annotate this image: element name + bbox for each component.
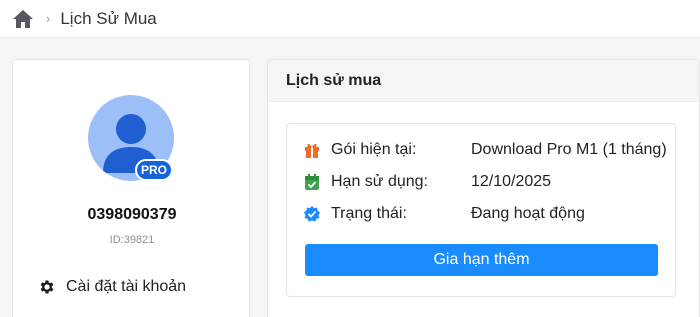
- status-label: Trạng thái:: [331, 205, 407, 222]
- calendar-check-icon: [303, 173, 321, 191]
- user-id: ID:39821: [109, 234, 155, 246]
- renew-button[interactable]: Gia hạn thêm: [305, 244, 658, 276]
- panel-title: Lịch sử mua: [286, 71, 382, 89]
- verified-badge-icon: [303, 205, 321, 223]
- status-value: Đang hoạt động: [471, 205, 585, 222]
- breadcrumb-separator: ›: [46, 11, 51, 26]
- pro-badge: PRO: [135, 159, 173, 181]
- current-plan-row: Gói hiện tại: Download Pro M1 (1 tháng): [303, 141, 667, 159]
- profile-card: PRO 0398090379 ID:39821 Cài đặt tài khoả…: [12, 59, 250, 317]
- gear-icon: [38, 278, 56, 296]
- user-phone: 0398090379: [87, 206, 177, 223]
- expiry-row: Hạn sử dụng: 12/10/2025: [303, 173, 551, 191]
- expiry-value: 12/10/2025: [471, 173, 552, 190]
- purchase-history-panel: Lịch sử mua Gói hiện tại: Download Pro M…: [267, 59, 700, 317]
- current-plan-label: Gói hiện tại:: [331, 141, 417, 158]
- panel-header: Lịch sử mua: [268, 60, 699, 102]
- gift-icon: [303, 141, 321, 159]
- home-icon[interactable]: [12, 9, 34, 29]
- expiry-label: Hạn sử dụng:: [331, 173, 428, 190]
- account-settings-link[interactable]: Cài đặt tài khoản: [38, 278, 186, 296]
- account-settings-label: Cài đặt tài khoản: [66, 278, 187, 295]
- breadcrumb-current: Lịch Sử Mua: [60, 8, 157, 28]
- subscription-info: Gói hiện tại: Download Pro M1 (1 tháng) …: [286, 123, 676, 297]
- current-plan-value: Download Pro M1 (1 tháng): [471, 141, 667, 158]
- status-row: Trạng thái: Đang hoạt động: [303, 205, 585, 223]
- breadcrumb: › Lịch Sử Mua: [0, 0, 700, 38]
- avatar: PRO: [88, 95, 174, 181]
